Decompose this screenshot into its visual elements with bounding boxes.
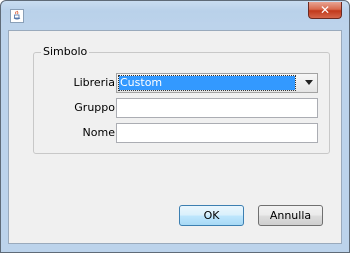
cancel-button[interactable]: Annulla xyxy=(258,205,323,226)
dialog-window: ✕ Simbolo Libreria Custom Gruppo Nome OK… xyxy=(0,0,350,253)
title-bar[interactable]: ✕ xyxy=(1,1,349,29)
libreria-label: Libreria xyxy=(73,76,115,89)
libreria-dropdown[interactable]: Custom xyxy=(116,73,318,93)
gruppo-input[interactable] xyxy=(116,98,318,118)
simbolo-group: Simbolo Libreria Custom Gruppo Nome xyxy=(33,45,330,154)
ok-button[interactable]: OK xyxy=(179,205,244,226)
dialog-content: Simbolo Libreria Custom Gruppo Nome OK A… xyxy=(8,30,342,244)
java-icon[interactable] xyxy=(10,9,24,23)
nome-label: Nome xyxy=(82,126,115,139)
chevron-down-icon[interactable] xyxy=(305,80,313,85)
gruppo-label: Gruppo xyxy=(74,101,115,114)
close-button[interactable]: ✕ xyxy=(308,2,342,19)
nome-input[interactable] xyxy=(116,123,318,143)
libreria-selected-value: Custom xyxy=(118,75,296,91)
group-title: Simbolo xyxy=(41,45,90,59)
close-icon: ✕ xyxy=(319,3,331,17)
